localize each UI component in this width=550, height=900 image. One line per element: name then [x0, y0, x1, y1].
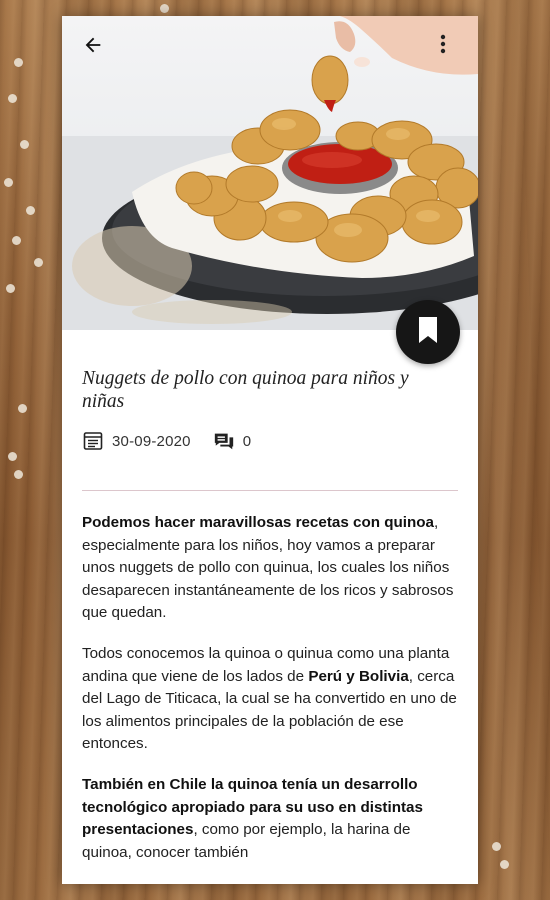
quinoa-seed	[500, 860, 509, 869]
bold-text: Perú y Bolivia	[308, 667, 409, 685]
quinoa-seed	[34, 258, 43, 267]
bookmark-icon	[417, 316, 439, 349]
quinoa-seed	[8, 94, 17, 103]
quinoa-seed	[14, 470, 23, 479]
app-screen: Nuggets de pollo con quinoa para niños y…	[62, 16, 478, 884]
quinoa-seed	[12, 236, 21, 245]
article-body: Podemos hacer maravillosas recetas con q…	[82, 512, 460, 882]
quinoa-seed	[8, 452, 17, 461]
article-paragraph: También en Chile la quinoa tenía un desa…	[82, 774, 460, 864]
comments-icon[interactable]	[213, 430, 235, 452]
article-meta: 30-09-2020 0	[82, 430, 251, 452]
quinoa-seed	[18, 404, 27, 413]
quinoa-seed	[4, 178, 13, 187]
quinoa-seed	[6, 284, 15, 293]
bookmark-button[interactable]	[396, 300, 460, 364]
overflow-menu-button[interactable]	[440, 34, 464, 62]
article-paragraph: Podemos hacer maravillosas recetas con q…	[82, 512, 460, 625]
bold-text: Podemos hacer maravillosas recetas con q…	[82, 514, 434, 531]
publish-date: 30-09-2020	[112, 432, 191, 450]
quinoa-seed	[14, 58, 23, 67]
calendar-doc-icon	[82, 430, 104, 452]
divider	[82, 490, 458, 491]
back-button[interactable]	[82, 34, 110, 62]
comment-count: 0	[242, 432, 252, 450]
quinoa-seed	[20, 140, 29, 149]
quinoa-seed	[492, 842, 501, 851]
quinoa-seed	[26, 206, 35, 215]
quinoa-seed	[160, 4, 169, 13]
recipe-photo	[62, 16, 478, 330]
article-paragraph: Todos conocemos la quinoa o quinua como …	[82, 643, 460, 756]
article-title: Nuggets de pollo con quinoa para niños y…	[82, 368, 409, 412]
